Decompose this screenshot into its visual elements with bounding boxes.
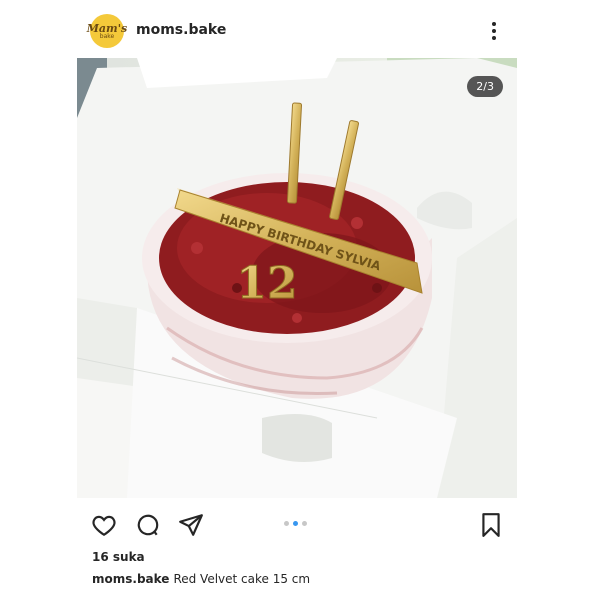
post-photo[interactable]: HAPPY BIRTHDAY SYLVIA 12 2/3 (77, 58, 517, 498)
carousel-counter: 2/3 (467, 76, 503, 97)
avatar-logo-subtext: bake (99, 32, 115, 40)
avatar[interactable]: Mam's bake (87, 14, 127, 48)
action-bar (0, 508, 594, 540)
comment-icon[interactable] (135, 512, 161, 538)
post-header: Mam's bake moms.bake (0, 0, 594, 62)
heart-icon[interactable] (91, 512, 117, 538)
more-options-icon[interactable] (486, 20, 502, 42)
number-topper: 12 (236, 258, 297, 309)
caption-text: Red Velvet cake 15 cm (173, 572, 311, 586)
carousel-dot (284, 521, 289, 526)
carousel-dots (284, 521, 307, 526)
carousel-dot (302, 521, 307, 526)
carousel-dot-active (293, 521, 298, 526)
likes-count[interactable]: 16 suka (92, 550, 145, 564)
send-icon[interactable] (178, 512, 204, 538)
caption: moms.bake Red Velvet cake 15 cm (92, 572, 310, 586)
cake-photo: HAPPY BIRTHDAY SYLVIA 12 (77, 58, 517, 498)
post-username[interactable]: moms.bake (136, 22, 226, 38)
caption-username[interactable]: moms.bake (92, 572, 169, 586)
bookmark-icon[interactable] (478, 512, 504, 538)
avatar-logo-text: Mam's (86, 21, 128, 35)
